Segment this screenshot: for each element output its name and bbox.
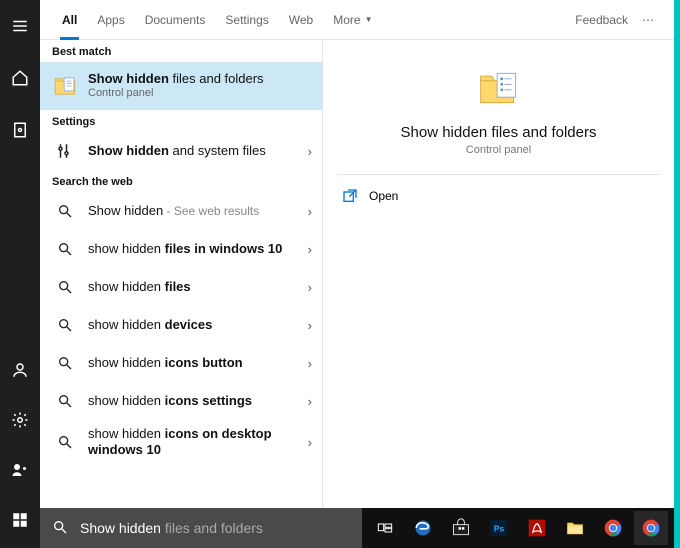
search-icon — [52, 519, 70, 537]
person-icon[interactable] — [0, 352, 40, 388]
best-match-result[interactable]: Show hidden files and folders Control pa… — [40, 62, 322, 110]
search-icon — [52, 388, 78, 414]
taskview-icon[interactable] — [368, 511, 402, 545]
file-explorer-icon[interactable] — [558, 511, 592, 545]
svg-text:Ps: Ps — [494, 523, 505, 533]
search-icon — [52, 198, 78, 224]
home-icon[interactable] — [0, 60, 40, 96]
chevron-right-icon: › — [302, 318, 312, 333]
search-input[interactable]: Show hidden files and folders — [40, 508, 362, 548]
search-icon — [52, 350, 78, 376]
open-action[interactable]: Open — [323, 175, 674, 217]
web-result[interactable]: show hidden icons on desktop windows 10› — [40, 420, 322, 465]
search-scope-tabs: All Apps Documents Settings Web More▼ Fe… — [40, 0, 674, 40]
power-user-icon[interactable] — [0, 452, 40, 488]
chrome-icon-2[interactable] — [634, 511, 668, 545]
tab-documents[interactable]: Documents — [135, 0, 216, 40]
folder-options-large-icon — [477, 66, 521, 110]
window-edge — [674, 0, 680, 548]
chevron-right-icon: › — [302, 144, 312, 159]
open-label: Open — [369, 189, 398, 203]
search-icon — [52, 274, 78, 300]
taskbar: Ps — [362, 508, 674, 548]
web-result[interactable]: show hidden icons settings› — [40, 382, 322, 420]
tab-more[interactable]: More▼ — [323, 0, 382, 40]
chevron-right-icon: › — [302, 280, 312, 295]
web-result[interactable]: show hidden files in windows 10› — [40, 230, 322, 268]
tab-apps[interactable]: Apps — [87, 0, 134, 40]
chevron-right-icon: › — [302, 435, 312, 450]
result-preview-pane: Show hidden files and folders Control pa… — [322, 40, 674, 508]
windows-start-icon[interactable] — [0, 502, 40, 538]
chevron-right-icon: › — [302, 356, 312, 371]
chevron-down-icon: ▼ — [365, 15, 373, 24]
preview-subtitle: Control panel — [466, 144, 531, 156]
gear-icon[interactable] — [0, 402, 40, 438]
cortana-sidebar — [0, 0, 40, 548]
open-icon — [341, 187, 359, 205]
bottom-bar: Show hidden files and folders Ps — [40, 508, 674, 548]
edge-icon[interactable] — [406, 511, 440, 545]
web-result[interactable]: show hidden files› — [40, 268, 322, 306]
settings-result[interactable]: Show hidden and system files › — [40, 132, 322, 170]
section-settings: Settings — [40, 110, 322, 132]
tab-settings[interactable]: Settings — [215, 0, 278, 40]
search-ghost-text: files and folders — [161, 520, 263, 536]
store-icon[interactable] — [444, 511, 478, 545]
chevron-right-icon: › — [302, 204, 312, 219]
tab-all[interactable]: All — [52, 0, 87, 40]
section-best-match: Best match — [40, 40, 322, 62]
web-result[interactable]: Show hidden - See web results› — [40, 192, 322, 230]
preview-title: Show hidden files and folders — [401, 124, 597, 141]
section-web: Search the web — [40, 170, 322, 192]
notebook-icon[interactable] — [0, 112, 40, 148]
chrome-icon[interactable] — [596, 511, 630, 545]
web-result[interactable]: show hidden devices› — [40, 306, 322, 344]
chevron-right-icon: › — [302, 394, 312, 409]
hamburger-icon[interactable] — [0, 8, 40, 44]
search-icon — [52, 429, 78, 455]
search-typed-text: Show hidden — [80, 520, 161, 536]
chevron-right-icon: › — [302, 242, 312, 257]
folder-options-icon — [52, 73, 78, 99]
more-options-icon[interactable]: ⋯ — [636, 13, 662, 27]
tab-web[interactable]: Web — [279, 0, 323, 40]
search-icon — [52, 236, 78, 262]
web-result[interactable]: show hidden icons button› — [40, 344, 322, 382]
sliders-icon — [52, 138, 78, 164]
feedback-link[interactable]: Feedback — [567, 13, 636, 27]
acrobat-icon[interactable] — [520, 511, 554, 545]
results-list: Best match Show hidden files and folders… — [40, 40, 322, 508]
photoshop-icon[interactable]: Ps — [482, 511, 516, 545]
search-icon — [52, 312, 78, 338]
